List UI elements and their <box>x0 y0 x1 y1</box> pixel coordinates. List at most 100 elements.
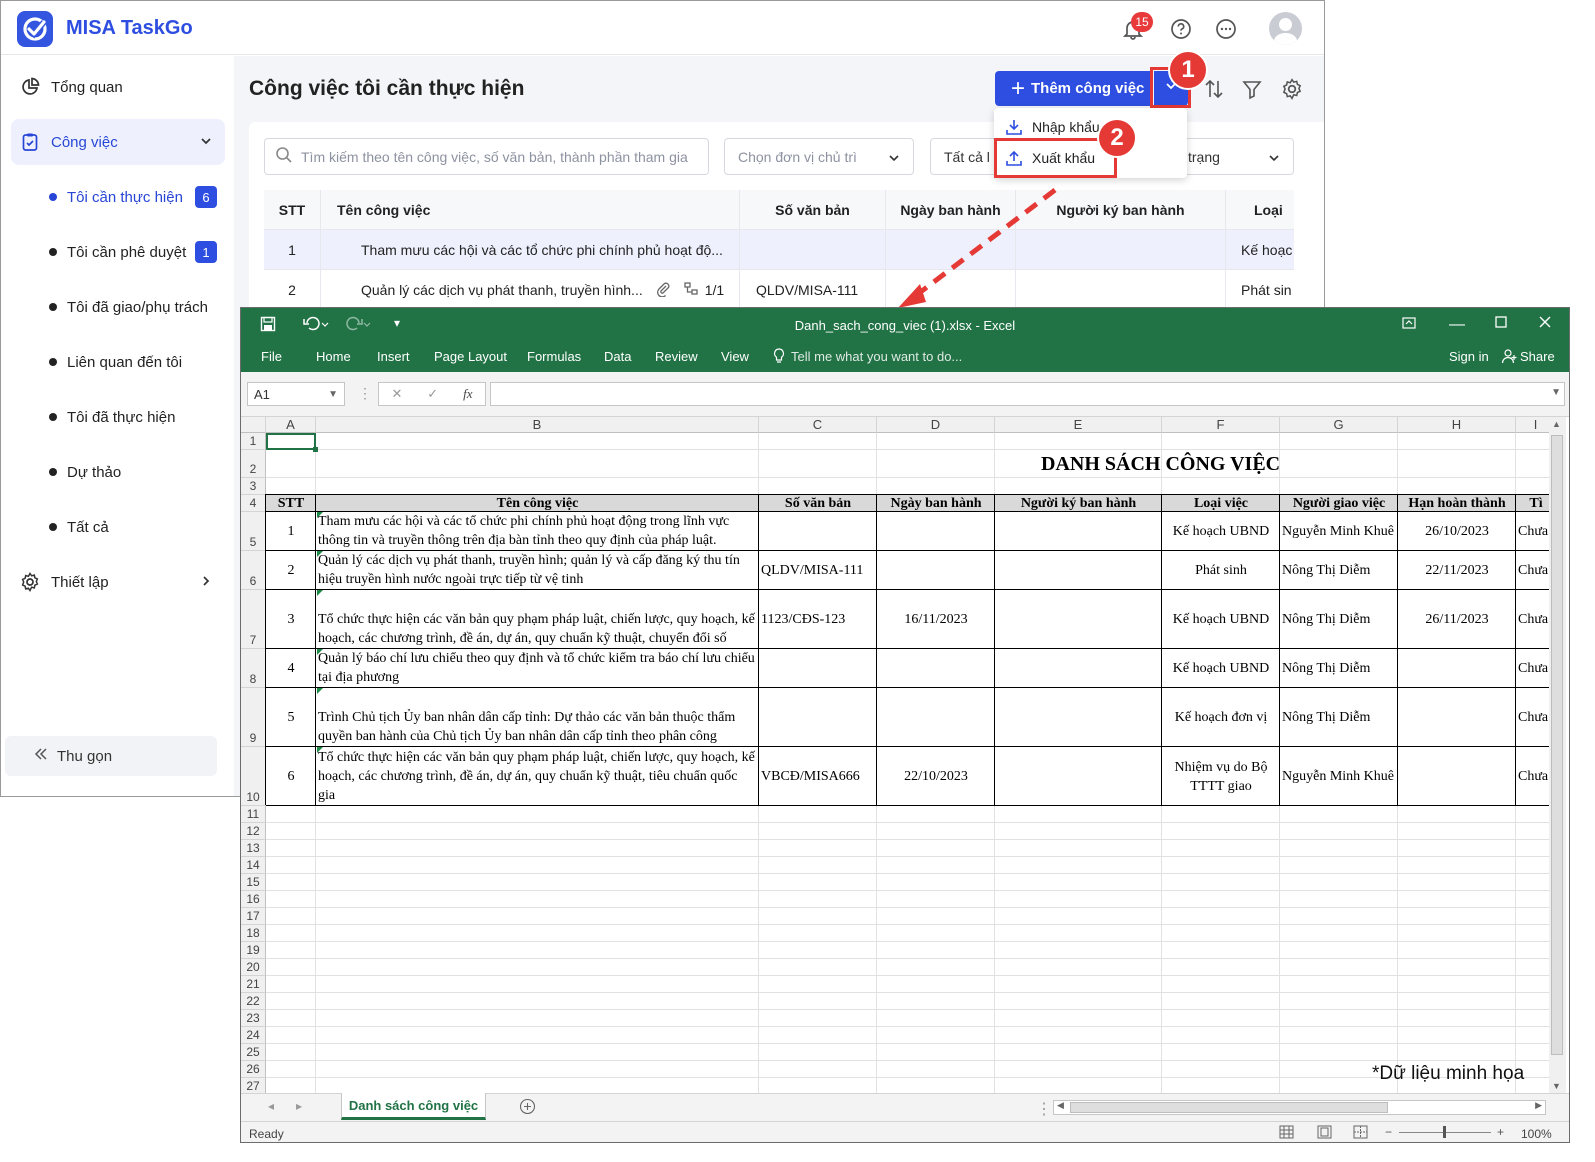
table-cell[interactable] <box>877 649 995 688</box>
drag-handle-icon[interactable]: ⋮ <box>1036 1099 1052 1119</box>
more-icon[interactable] <box>1211 14 1241 44</box>
row-header[interactable]: 12 <box>241 823 266 840</box>
filter-icon[interactable] <box>1239 76 1265 102</box>
row-header[interactable]: 10 <box>241 747 266 806</box>
scroll-right-icon[interactable]: ▶ <box>1535 1100 1542 1111</box>
vertical-scrollbar[interactable]: ▲ ▼ <box>1549 417 1566 1093</box>
tab-view[interactable]: View <box>721 349 749 364</box>
enter-icon[interactable]: ✓ <box>427 386 438 402</box>
column-header[interactable]: G <box>1280 417 1398 433</box>
search-input[interactable]: Tìm kiếm theo tên công việc, số văn bản,… <box>264 138 709 175</box>
fill-handle[interactable] <box>313 447 318 452</box>
column-header[interactable]: I <box>1516 417 1549 433</box>
column-header[interactable]: H <box>1398 417 1516 433</box>
row-header[interactable]: 13 <box>241 840 266 857</box>
page-break-view-icon[interactable] <box>1353 1125 1368 1142</box>
row-header[interactable]: 18 <box>241 925 266 942</box>
tab-data[interactable]: Data <box>604 349 631 364</box>
row-header[interactable]: 1 <box>241 433 266 450</box>
table-cell[interactable]: 1123/CĐS-123 <box>759 590 877 649</box>
sign-in-link[interactable]: Sign in <box>1449 349 1489 364</box>
table-cell[interactable]: 22/11/2023 <box>1398 551 1516 590</box>
cancel-icon[interactable]: ✕ <box>391 386 402 402</box>
table-cell[interactable]: 26/10/2023 <box>1398 512 1516 551</box>
table-cell[interactable] <box>1398 688 1516 747</box>
row-header[interactable]: 23 <box>241 1010 266 1027</box>
scroll-thumb[interactable] <box>1551 435 1563 1055</box>
table-header-cell[interactable]: Người ký ban hành <box>995 495 1162 512</box>
table-cell[interactable] <box>995 590 1162 649</box>
table-cell[interactable]: Kế hoạch UBND <box>1162 590 1280 649</box>
ribbon-display-icon[interactable] <box>1401 315 1417 336</box>
maximize-icon[interactable] <box>1494 315 1508 334</box>
tab-review[interactable]: Review <box>655 349 698 364</box>
table-cell[interactable]: Nguyễn Minh Khuê <box>1280 512 1398 551</box>
row-header[interactable]: 27 <box>241 1078 266 1093</box>
table-cell[interactable]: Trình Chủ tịch Ủy ban nhân dân cấp tỉnh:… <box>316 688 759 747</box>
table-cell[interactable]: Chưa <box>1516 688 1549 747</box>
table-cell[interactable]: Chưa <box>1516 512 1549 551</box>
sidebar-sub-item-done[interactable]: Tôi đã thực hiện <box>49 402 219 432</box>
chevron-down-icon[interactable] <box>199 134 213 152</box>
row-header[interactable]: 7 <box>241 590 266 649</box>
sidebar-sub-item-approve[interactable]: Tôi cần phê duyệt 1 <box>49 237 219 267</box>
expand-formula-icon[interactable]: ▼ <box>1551 387 1561 398</box>
sidebar-item-settings[interactable]: Thiết lập <box>11 559 225 605</box>
table-row[interactable]: 2 Quản lý các dịch vụ phát thanh, truyền… <box>264 270 1294 310</box>
name-box[interactable]: A1 ▼ <box>247 382 345 406</box>
horizontal-scrollbar[interactable]: ◀ ▶ <box>1053 1100 1546 1115</box>
table-header-cell[interactable]: Tì <box>1516 495 1549 512</box>
column-header[interactable]: F <box>1162 417 1280 433</box>
row-header[interactable]: 17 <box>241 908 266 925</box>
table-cell[interactable]: Nông Thị Diễm <box>1280 551 1398 590</box>
row-header[interactable]: 16 <box>241 891 266 908</box>
avatar[interactable] <box>1269 12 1302 45</box>
table-cell[interactable]: 16/11/2023 <box>877 590 995 649</box>
table-cell[interactable]: Tổ chức thực hiện các văn bản quy phạm p… <box>316 747 759 806</box>
table-cell[interactable] <box>995 649 1162 688</box>
drag-handle-icon[interactable]: ⋮ <box>358 385 372 402</box>
table-cell[interactable] <box>759 649 877 688</box>
worksheet[interactable]: A B C D E F G H I 1 2 3 4 5 6 7 8 9 10 11 12 13 14 15 16 17 18 19 20… <box>241 417 1549 1093</box>
share-button[interactable]: Share <box>1520 349 1555 364</box>
row-header[interactable]: 25 <box>241 1044 266 1061</box>
table-cell[interactable] <box>995 551 1162 590</box>
sidebar-sub-item-related[interactable]: Liên quan đến tôi <box>49 347 219 377</box>
tab-page-layout[interactable]: Page Layout <box>434 349 507 364</box>
table-cell[interactable] <box>1398 747 1516 806</box>
taskgo-logo-icon[interactable] <box>17 11 53 47</box>
table-cell[interactable]: 2 <box>266 551 316 590</box>
table-cell[interactable]: Quản lý các dịch vụ phát thanh, truyền h… <box>316 551 759 590</box>
table-cell[interactable] <box>995 688 1162 747</box>
table-cell[interactable]: 1 <box>266 512 316 551</box>
active-cell[interactable] <box>266 433 316 450</box>
row-header[interactable]: 2 <box>241 450 266 478</box>
row-header[interactable]: 5 <box>241 512 266 551</box>
fx-icon[interactable]: fx <box>463 386 472 402</box>
scroll-down-icon[interactable]: ▼ <box>1552 1081 1561 1091</box>
table-cell[interactable] <box>995 747 1162 806</box>
sidebar-item-overview[interactable]: Tổng quan <box>11 64 225 110</box>
table-header-cell[interactable]: Loại việc <box>1162 495 1280 512</box>
scroll-up-icon[interactable]: ▲ <box>1552 419 1561 429</box>
table-cell[interactable]: 5 <box>266 688 316 747</box>
sidebar-item-tasks[interactable]: Công việc <box>11 119 225 165</box>
menu-item-import[interactable]: Nhập khẩu <box>1004 113 1100 141</box>
table-cell[interactable]: Phát sinh <box>1162 551 1280 590</box>
table-cell[interactable]: 4 <box>266 649 316 688</box>
table-cell[interactable]: Chưa <box>1516 649 1549 688</box>
close-icon[interactable] <box>1538 315 1552 334</box>
table-cell[interactable] <box>759 688 877 747</box>
table-cell[interactable] <box>877 512 995 551</box>
table-cell[interactable] <box>877 551 995 590</box>
table-cell[interactable]: QLDV/MISA-111 <box>759 551 877 590</box>
table-cell[interactable]: Nhiệm vụ do Bộ TTTT giao <box>1162 747 1280 806</box>
tab-formulas[interactable]: Formulas <box>527 349 581 364</box>
scroll-left-icon[interactable]: ◀ <box>1057 1100 1064 1111</box>
row-header[interactable]: 19 <box>241 942 266 959</box>
collapse-button[interactable]: Thu gọn <box>5 736 217 776</box>
table-header-cell[interactable]: Ngày ban hành <box>877 495 995 512</box>
table-cell[interactable]: Kế hoạch UBND <box>1162 649 1280 688</box>
select-all-corner[interactable] <box>241 417 266 433</box>
sidebar-sub-item-all[interactable]: Tất cả <box>49 512 219 542</box>
